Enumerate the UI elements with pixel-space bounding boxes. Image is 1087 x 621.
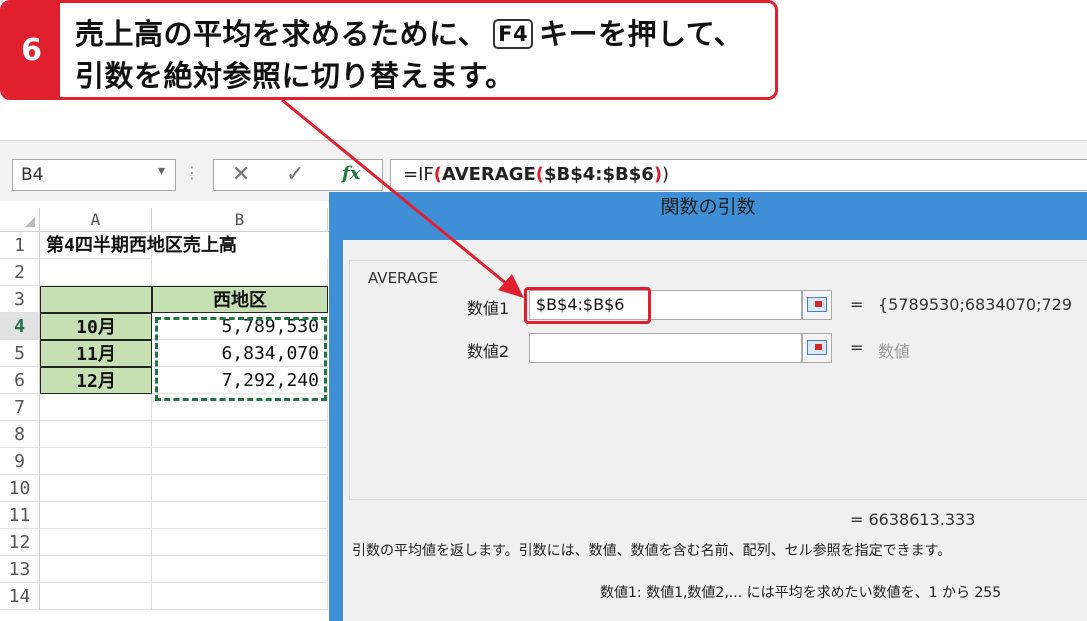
cell[interactable] bbox=[40, 475, 152, 502]
chevron-down-icon[interactable]: ▾ bbox=[158, 163, 165, 179]
arg2-result: 数値 bbox=[878, 342, 911, 361]
function-description: 引数の平均値を返します。引数には、数値、数値を含む名前、配列、セル参照を指定でき… bbox=[352, 543, 952, 559]
cell[interactable] bbox=[40, 421, 152, 448]
spreadsheet-grid: A B 1 2 3 4 5 6 7 8 9 10 11 12 13 14 第4四… bbox=[0, 200, 335, 621]
arg1-equals: = bbox=[850, 295, 864, 314]
callout-text-b: キーを押して、 bbox=[539, 17, 744, 51]
row-header[interactable]: 8 bbox=[0, 421, 40, 448]
arg2-ref-button[interactable] bbox=[802, 333, 832, 363]
formula-suffix: ) bbox=[662, 164, 670, 185]
arg1-label: 数値1 bbox=[467, 299, 510, 318]
cell-a4[interactable]: 10月 bbox=[40, 313, 152, 340]
row-header[interactable]: 7 bbox=[0, 394, 40, 421]
name-box-value: B4 bbox=[21, 165, 44, 185]
resize-handle-icon[interactable]: ⋮ bbox=[184, 163, 200, 182]
sheet-title: 第4四半期西地区売上高 bbox=[46, 235, 237, 256]
formula-paren: ( bbox=[433, 164, 442, 185]
row-header[interactable]: 11 bbox=[0, 502, 40, 529]
function-name: AVERAGE bbox=[364, 269, 442, 287]
select-all-button[interactable] bbox=[0, 208, 40, 232]
cancel-icon[interactable]: ✕ bbox=[232, 162, 250, 187]
cell[interactable] bbox=[152, 448, 328, 475]
insert-function-icon[interactable]: fx bbox=[342, 163, 360, 184]
select-all-icon bbox=[25, 217, 35, 227]
collapse-dialog-icon bbox=[807, 340, 827, 355]
cell[interactable] bbox=[152, 583, 328, 610]
formula-text: =IF(AVERAGE($B$4:$B$6)) bbox=[403, 164, 669, 185]
instruction-callout: 6 売上高の平均を求めるために、 F4 キーを押して、 引数を絶対参照に切り替えます… bbox=[0, 0, 778, 100]
cell[interactable] bbox=[40, 259, 152, 286]
name-box[interactable]: B4 ▾ bbox=[12, 159, 176, 191]
row-header[interactable]: 9 bbox=[0, 448, 40, 475]
row-header[interactable]: 10 bbox=[0, 475, 40, 502]
row-header-selected[interactable]: 4 bbox=[0, 313, 40, 340]
row-header[interactable]: 6 bbox=[0, 367, 40, 394]
row-header[interactable]: 14 bbox=[0, 583, 40, 610]
cell-a3[interactable] bbox=[40, 286, 152, 313]
enter-icon[interactable]: ✓ bbox=[286, 162, 304, 187]
formula-paren: ( bbox=[535, 164, 545, 185]
arg1-result: {5789530;6834070;729 bbox=[878, 295, 1073, 314]
arg2-label: 数値2 bbox=[467, 342, 510, 361]
cell[interactable] bbox=[152, 421, 328, 448]
cell[interactable] bbox=[152, 475, 328, 502]
callout-text-a: 売上高の平均を求めるために、 bbox=[75, 17, 488, 51]
cell-a1[interactable]: 第4四半期西地区売上高 bbox=[40, 232, 237, 259]
collapse-dialog-icon-dot bbox=[815, 301, 822, 307]
copy-marquee bbox=[155, 317, 327, 401]
callout-line-2: 引数を絶対参照に切り替えます。 bbox=[75, 59, 515, 93]
column-header-b[interactable]: B bbox=[152, 208, 328, 232]
cell[interactable] bbox=[152, 529, 328, 556]
column-header-a[interactable]: A bbox=[40, 208, 152, 232]
cell-b3[interactable]: 西地区 bbox=[152, 286, 328, 313]
collapse-dialog-icon-dot bbox=[815, 344, 822, 350]
callout-line-1: 売上高の平均を求めるために、 F4 キーを押して、 bbox=[75, 11, 743, 53]
row-header[interactable]: 1 bbox=[0, 232, 40, 259]
dialog-title: 関数の引数 bbox=[660, 196, 756, 218]
row-header[interactable]: 5 bbox=[0, 340, 40, 367]
cell[interactable] bbox=[40, 394, 152, 421]
cell[interactable] bbox=[152, 259, 328, 286]
formula-function: AVERAGE bbox=[441, 164, 536, 185]
cell[interactable] bbox=[152, 502, 328, 529]
cell[interactable] bbox=[152, 556, 328, 583]
formula-range: $B$4:$B$6 bbox=[544, 164, 654, 185]
formula-buttons: ✕ ✓ fx bbox=[213, 159, 383, 191]
collapse-dialog-icon bbox=[807, 297, 827, 312]
cell[interactable] bbox=[40, 448, 152, 475]
row-header[interactable]: 2 bbox=[0, 259, 40, 286]
cell[interactable] bbox=[40, 502, 152, 529]
cell[interactable] bbox=[40, 529, 152, 556]
formula-paren: ) bbox=[653, 164, 663, 185]
arg1-highlight bbox=[524, 287, 651, 324]
row-header[interactable]: 3 bbox=[0, 286, 40, 313]
arg2-input[interactable] bbox=[529, 333, 802, 363]
arg2-equals: = bbox=[850, 338, 864, 357]
row-header[interactable]: 12 bbox=[0, 529, 40, 556]
step-number-badge: 6 bbox=[3, 3, 60, 97]
arg1-ref-button[interactable] bbox=[802, 290, 832, 320]
row-header[interactable]: 13 bbox=[0, 556, 40, 583]
formula-input[interactable]: =IF(AVERAGE($B$4:$B$6)) bbox=[390, 159, 1087, 191]
formula-prefix: =IF bbox=[403, 164, 434, 185]
cell[interactable] bbox=[40, 556, 152, 583]
f4-key-icon: F4 bbox=[493, 19, 534, 49]
argument-description: 数値1: 数値1,数値2,... には平均を求めたい数値を、1 から 255 bbox=[600, 585, 1002, 601]
cell[interactable] bbox=[40, 583, 152, 610]
formula-result: = 6638613.333 bbox=[850, 510, 976, 529]
cell-a5[interactable]: 11月 bbox=[40, 340, 152, 367]
cell-a6[interactable]: 12月 bbox=[40, 367, 152, 394]
